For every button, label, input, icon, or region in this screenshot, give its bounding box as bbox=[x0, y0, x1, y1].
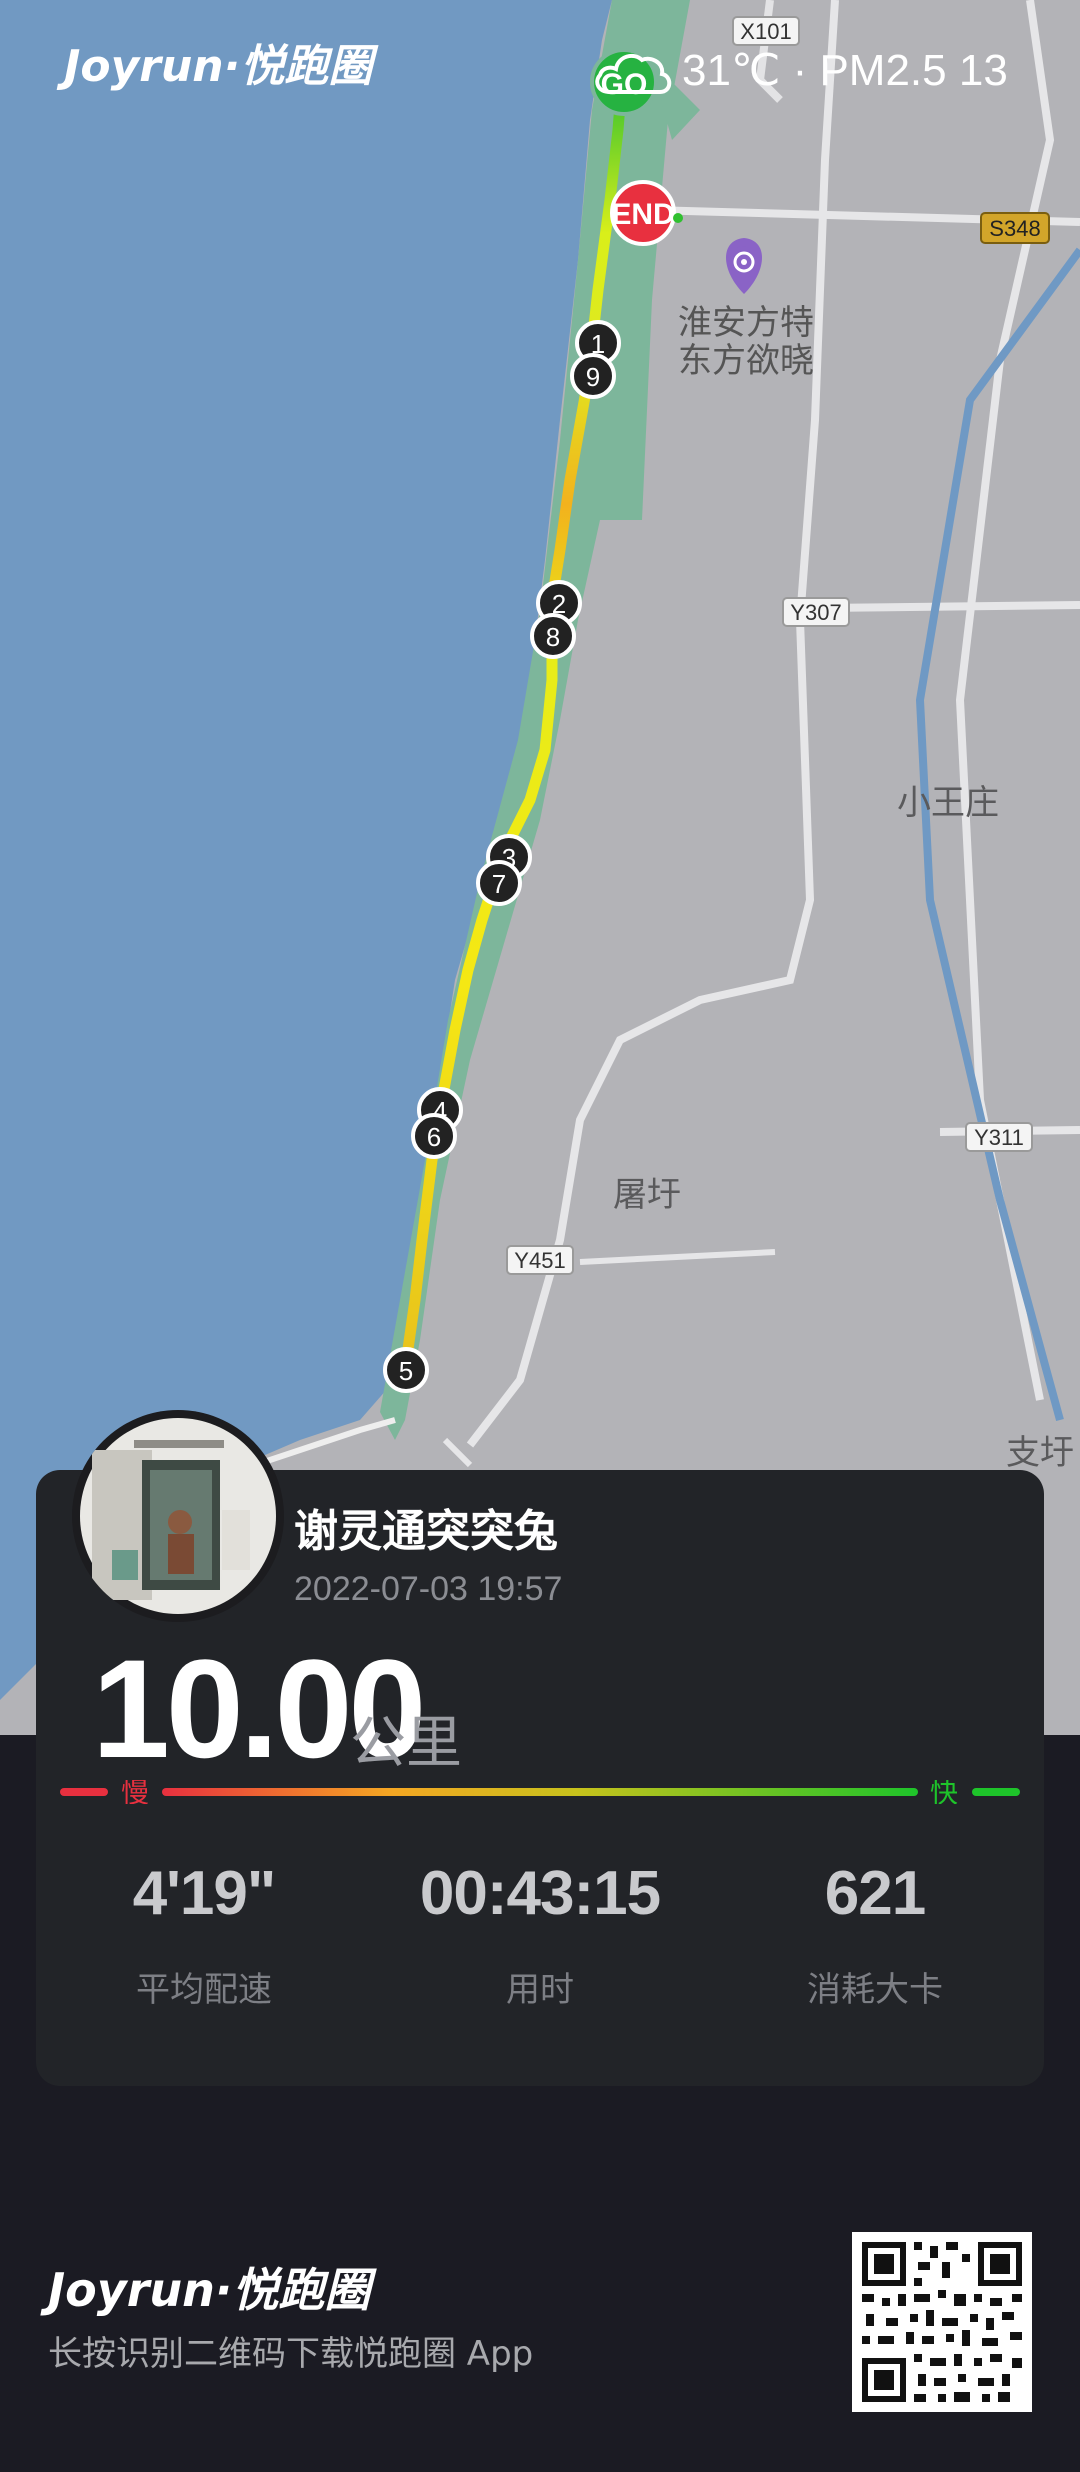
weather-info: 31℃ · PM2.5 13 bbox=[592, 30, 1008, 110]
svg-text:Y311: Y311 bbox=[974, 1125, 1024, 1150]
cloud-icon bbox=[595, 53, 672, 94]
place-label-zhiwei: 支圩 bbox=[1006, 1433, 1074, 1473]
km-marker[interactable]: 8 bbox=[530, 613, 576, 659]
weather-text: 31℃ · PM2.5 13 bbox=[682, 45, 1008, 95]
road-shield-y311: Y311 bbox=[965, 1122, 1033, 1152]
distance-unit: 公里 bbox=[350, 1711, 462, 1776]
poi-name-line2: 东方欲晓 bbox=[678, 341, 814, 381]
end-marker[interactable]: END bbox=[610, 180, 676, 246]
avatar[interactable] bbox=[72, 1410, 284, 1622]
road-shield-y451: Y451 bbox=[506, 1245, 574, 1275]
svg-text:8: 8 bbox=[546, 622, 560, 652]
avg-pace-value: 4'19" bbox=[132, 1859, 277, 1928]
km-marker[interactable]: 5 bbox=[383, 1347, 429, 1393]
qr-code[interactable] bbox=[852, 2232, 1032, 2412]
pace-slow-label: 慢 bbox=[121, 1780, 149, 1804]
svg-text:S348: S348 bbox=[989, 216, 1040, 241]
poi-name-line1: 淮安方特 bbox=[678, 303, 814, 343]
user-name: 谢灵通突突兔 bbox=[294, 1506, 558, 1557]
km-marker[interactable]: 6 bbox=[411, 1113, 457, 1159]
pace-fast-label: 快 bbox=[930, 1780, 958, 1804]
avatar-photo bbox=[80, 1418, 276, 1614]
end-label: END bbox=[611, 198, 674, 231]
km-marker[interactable]: 7 bbox=[476, 860, 522, 906]
brand-logo: Joyrun·悦跑圈 bbox=[64, 41, 373, 92]
download-hint: 长按识别二维码下载悦跑圈 App bbox=[48, 2334, 534, 2374]
pace-bar-fast-cap bbox=[972, 1788, 1020, 1796]
end-point bbox=[673, 213, 683, 223]
svg-text:7: 7 bbox=[492, 869, 506, 899]
svg-text:5: 5 bbox=[399, 1356, 413, 1386]
duration-value: 00:43:15 bbox=[419, 1859, 661, 1928]
run-date: 2022-07-03 19:57 bbox=[294, 1570, 563, 1608]
calories-label: 消耗大卡 bbox=[807, 1970, 943, 2010]
km-marker[interactable]: 9 bbox=[570, 353, 616, 399]
svg-text:9: 9 bbox=[586, 362, 600, 392]
road-shield-y307: Y307 bbox=[782, 597, 850, 627]
pace-bar-slow-cap bbox=[60, 1788, 108, 1796]
place-label-tuwei: 屠圩 bbox=[613, 1175, 681, 1215]
pace-bar-gradient bbox=[162, 1788, 918, 1796]
avg-pace-label: 平均配速 bbox=[136, 1970, 272, 2010]
road-shield-s348: S348 bbox=[980, 212, 1050, 244]
pace-gradient-bar: 慢 快 bbox=[60, 1780, 1020, 1804]
duration-label: 用时 bbox=[506, 1970, 574, 2010]
svg-text:Y451: Y451 bbox=[514, 1248, 565, 1273]
svg-text:6: 6 bbox=[427, 1122, 441, 1152]
calories-value: 621 bbox=[824, 1859, 926, 1928]
svg-text:Y307: Y307 bbox=[790, 600, 841, 625]
place-label-xiaowangzhuang: 小王庄 bbox=[897, 783, 999, 823]
footer-brand-logo: Joyrun·悦跑圈 bbox=[48, 2263, 371, 2317]
